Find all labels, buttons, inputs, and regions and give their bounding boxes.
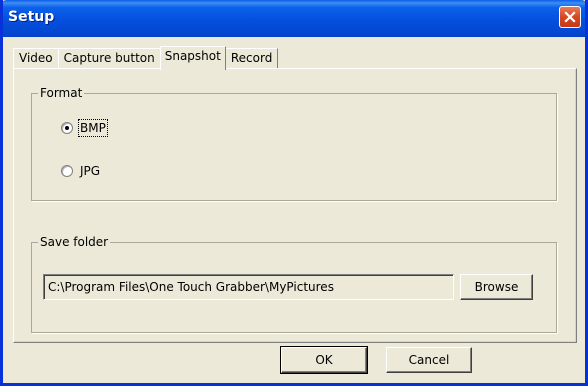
tab-video[interactable]: Video (13, 48, 59, 69)
tab-capture-button[interactable]: Capture button (57, 48, 161, 69)
save-folder-legend: Save folder (38, 235, 111, 249)
window-title: Setup (8, 9, 55, 25)
format-option-jpg[interactable]: JPG (61, 164, 100, 178)
format-group: Format BMP JPG (31, 86, 557, 201)
jpg-label[interactable]: JPG (80, 164, 100, 178)
bmp-radio[interactable] (61, 122, 73, 134)
tab-strip: Video Capture button Snapshot Record (13, 46, 279, 70)
snapshot-panel: Format BMP JPG Save folder C:\Program Fi… (13, 68, 577, 343)
tab-record[interactable]: Record (224, 48, 279, 69)
jpg-radio[interactable] (61, 165, 73, 177)
title-bar[interactable]: Setup (3, 0, 585, 37)
setup-dialog: Setup Video Capture button Snapshot Reco… (0, 0, 588, 386)
tab-snapshot[interactable]: Snapshot (159, 46, 226, 70)
bmp-label[interactable]: BMP (78, 119, 108, 137)
format-option-bmp[interactable]: BMP (61, 119, 108, 137)
format-legend: Format (38, 86, 85, 100)
cancel-button[interactable]: Cancel (386, 347, 472, 373)
save-folder-group: Save folder C:\Program Files\One Touch G… (31, 235, 557, 333)
browse-button[interactable]: Browse (460, 274, 533, 300)
ok-button[interactable]: OK (280, 346, 368, 374)
close-button[interactable] (559, 6, 581, 28)
save-folder-path-field[interactable]: C:\Program Files\One Touch Grabber\MyPic… (43, 274, 454, 300)
close-icon (564, 11, 576, 23)
dialog-client: Video Capture button Snapshot Record For… (3, 37, 585, 383)
